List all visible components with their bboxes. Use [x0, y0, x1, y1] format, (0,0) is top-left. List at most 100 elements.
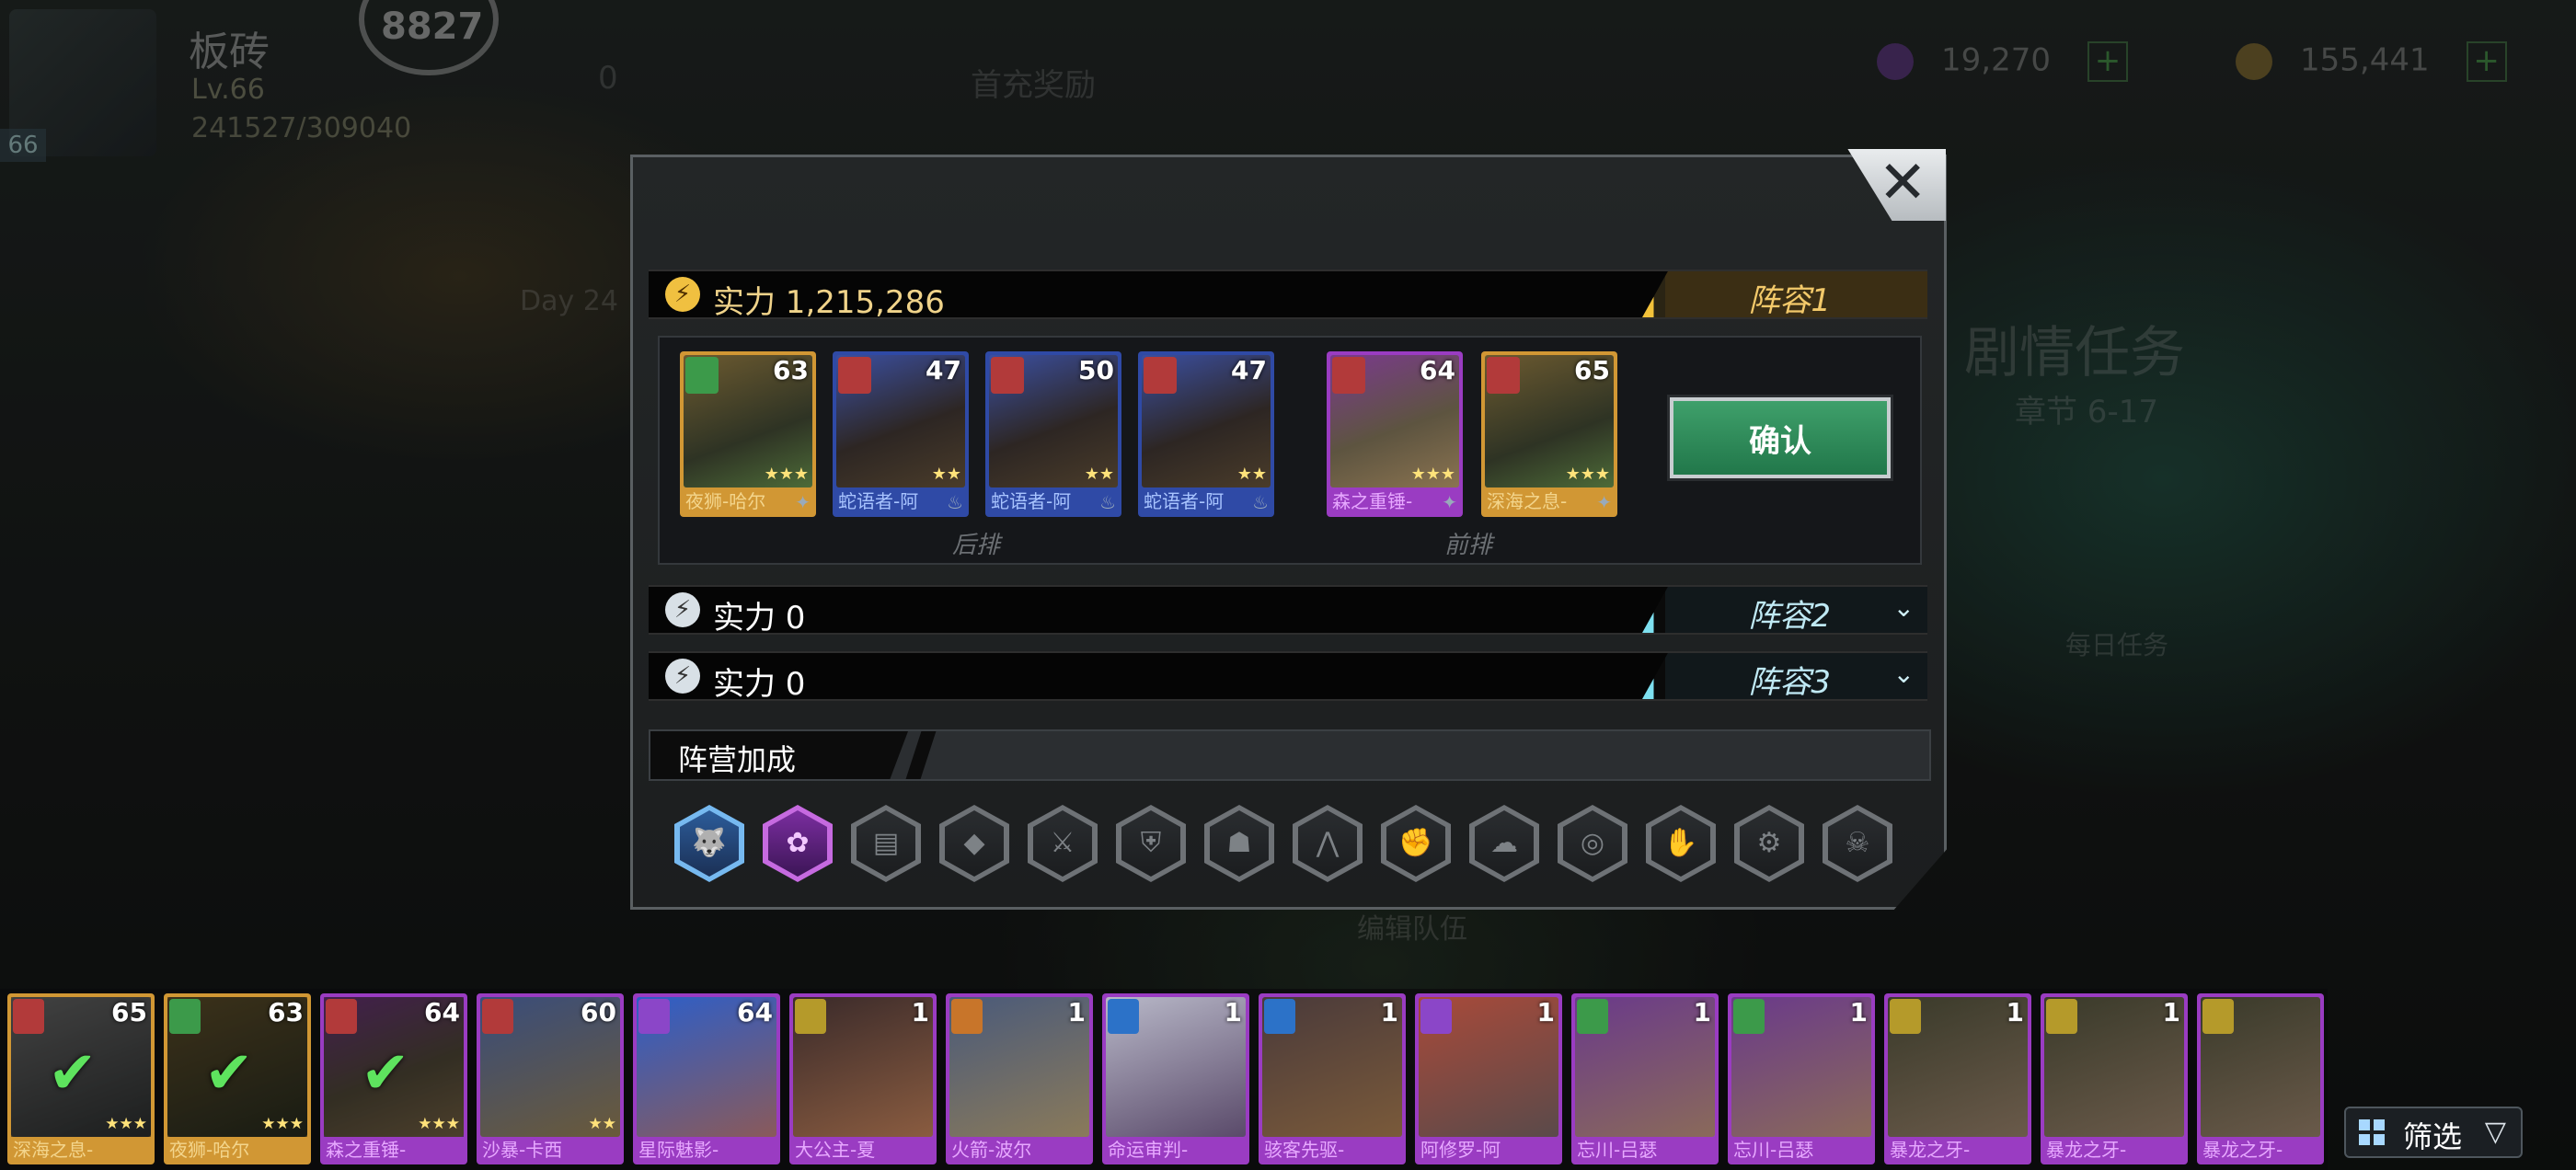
slot-hero-6[interactable]: 65 ★★★ 深海之息- ✦ — [1481, 351, 1617, 517]
hero-name: 深海之息- — [13, 1139, 94, 1161]
confirm-button[interactable]: 确认 — [1670, 397, 1891, 478]
chevron-down-icon: ⌄ — [1892, 592, 1915, 623]
hero-name: 大公主-夏 — [795, 1139, 876, 1161]
filter-label: 筛选 — [2403, 1119, 2463, 1154]
roster-card[interactable]: 1 忘川-吕瑟 — [1571, 993, 1719, 1164]
hero-level: 47 — [926, 355, 961, 385]
slot-hero-3[interactable]: 50 ★★ 蛇语者-阿 ♨ — [985, 351, 1121, 517]
hero-level: 1 — [1536, 997, 1555, 1027]
slot-hero-4[interactable]: 47 ★★ 蛇语者-阿 ♨ — [1138, 351, 1274, 517]
class-icon — [838, 357, 871, 394]
tab-team-3-label: 阵容3 — [1748, 664, 1831, 701]
class-icon — [1108, 999, 1139, 1034]
hero-name: 火箭-波尔 — [951, 1139, 1032, 1161]
class-icon — [1264, 999, 1295, 1034]
hero-level: 60 — [581, 997, 616, 1027]
hero-name: 忘川-吕瑟 — [1577, 1139, 1658, 1161]
hero-level: 1 — [1224, 997, 1242, 1027]
hero-level: 65 — [111, 997, 147, 1027]
grid-icon — [2359, 1119, 2385, 1145]
slot-hero-5[interactable]: 64 ★★★ 森之重锤- ✦ — [1327, 351, 1463, 517]
tab-team-2[interactable]: 阵容2 ⌄ — [1642, 587, 1927, 633]
class-icon — [482, 999, 513, 1034]
filter-button[interactable]: 筛选 ▽ — [2344, 1107, 2523, 1158]
roster-card[interactable]: 1 忘川-吕瑟 — [1728, 993, 1875, 1164]
fire-icon: ♨ — [1099, 491, 1116, 513]
fire-icon: ♨ — [1252, 491, 1269, 513]
divider — [905, 731, 937, 779]
class-icon — [2046, 999, 2077, 1034]
slot-hero-2[interactable]: 47 ★★ 蛇语者-阿 ♨ — [833, 351, 969, 517]
power-icon: ⚡ — [665, 592, 700, 627]
element-icon: ✦ — [1596, 491, 1612, 513]
hero-name: 命运审判- — [1108, 1139, 1189, 1161]
roster-card[interactable]: 64 ✔ ★★★ 森之重锤- — [320, 993, 467, 1164]
hero-name: 深海之息- — [1487, 490, 1568, 512]
class-icon — [326, 999, 357, 1034]
slot-hero-1[interactable]: 63 ★★★ 夜狮-哈尔 ✦ — [680, 351, 816, 517]
roster-card[interactable]: 暴龙之牙- — [2197, 993, 2324, 1164]
hero-name: 蛇语者-阿 — [1144, 490, 1225, 512]
roster-card[interactable]: 60 ★★ 沙暴-卡西 — [477, 993, 624, 1164]
dropdown-icon: ▽ — [2484, 1116, 2506, 1148]
team-1-bar[interactable]: ⚡ 实力 1,215,286 阵容1 — [649, 270, 1927, 321]
hero-stars: ★★ — [588, 1115, 616, 1133]
roster-card[interactable]: 1 火箭-波尔 — [946, 993, 1093, 1164]
class-icon — [685, 357, 719, 394]
chevron-down-icon: ⌄ — [1892, 659, 1915, 689]
roster-card[interactable]: 65 ✔ ★★★ 深海之息- — [7, 993, 155, 1164]
hero-level: 1 — [1067, 997, 1086, 1027]
hero-level: 1 — [911, 997, 929, 1027]
class-icon — [1144, 357, 1177, 394]
hero-name: 星际魅影- — [638, 1139, 719, 1161]
hero-name: 暴龙之牙- — [2202, 1139, 2283, 1161]
team-3-bar[interactable]: ⚡ 实力 0 阵容3 ⌄ — [649, 651, 1927, 703]
class-icon — [1487, 357, 1520, 394]
element-icon: ✦ — [795, 491, 811, 513]
class-icon — [1577, 999, 1608, 1034]
roster-card[interactable]: 1 骇客先驱- — [1259, 993, 1406, 1164]
tab-team-1-label: 阵容1 — [1748, 282, 1831, 319]
hero-level: 64 — [1420, 355, 1455, 385]
roster-card[interactable]: 1 阿修罗-阿 — [1415, 993, 1562, 1164]
tab-team-1[interactable]: 阵容1 — [1642, 271, 1927, 317]
hero-name: 夜狮-哈尔 — [685, 490, 766, 512]
roster-card[interactable]: 1 大公主-夏 — [789, 993, 937, 1164]
hero-stars: ★★★ — [1565, 465, 1610, 484]
hero-name: 忘川-吕瑟 — [1733, 1139, 1814, 1161]
roster-card[interactable]: 64 星际魅影- — [633, 993, 780, 1164]
faction-bonus-bar: 阵营加成 — [649, 729, 1931, 781]
team-3-power: 实力 0 — [713, 666, 806, 703]
class-icon — [1733, 999, 1765, 1034]
hero-stars: ★★★ — [105, 1115, 147, 1133]
tab-team-3[interactable]: 阵容3 ⌄ — [1642, 653, 1927, 699]
hero-name: 暴龙之牙- — [1890, 1139, 1971, 1161]
checkmark-icon: ✔ — [361, 1039, 410, 1107]
hero-stars: ★★ — [1084, 465, 1114, 484]
roster-card[interactable]: 1 暴龙之牙- — [2041, 993, 2188, 1164]
back-row-label: 后排 — [952, 532, 1001, 559]
class-icon — [13, 999, 44, 1034]
hero-name: 暴龙之牙- — [2046, 1139, 2127, 1161]
power-icon: ⚡ — [665, 277, 700, 312]
hero-level: 63 — [773, 355, 809, 385]
roster-card[interactable]: 63 ✔ ★★★ 夜狮-哈尔 — [164, 993, 311, 1164]
roster-card[interactable]: 1 命运审判- — [1102, 993, 1249, 1164]
hero-stars: ★★★ — [1410, 465, 1455, 484]
class-icon — [795, 999, 826, 1034]
hero-level: 50 — [1078, 355, 1114, 385]
class-icon — [1890, 999, 1921, 1034]
hero-stars: ★★★ — [261, 1115, 304, 1133]
hero-level: 47 — [1231, 355, 1267, 385]
checkmark-icon: ✔ — [48, 1039, 98, 1107]
hero-name: 蛇语者-阿 — [991, 490, 1072, 512]
hero-level: 64 — [737, 997, 773, 1027]
roster-card[interactable]: 1 暴龙之牙- — [1884, 993, 2031, 1164]
hero-level: 1 — [1380, 997, 1398, 1027]
hero-level: 1 — [1693, 997, 1711, 1027]
hero-name: 蛇语者-阿 — [838, 490, 919, 512]
checkmark-icon: ✔ — [204, 1039, 254, 1107]
hero-level: 65 — [1574, 355, 1610, 385]
team-2-bar[interactable]: ⚡ 实力 0 阵容2 ⌄ — [649, 585, 1927, 637]
hero-name: 沙暴-卡西 — [482, 1139, 563, 1161]
